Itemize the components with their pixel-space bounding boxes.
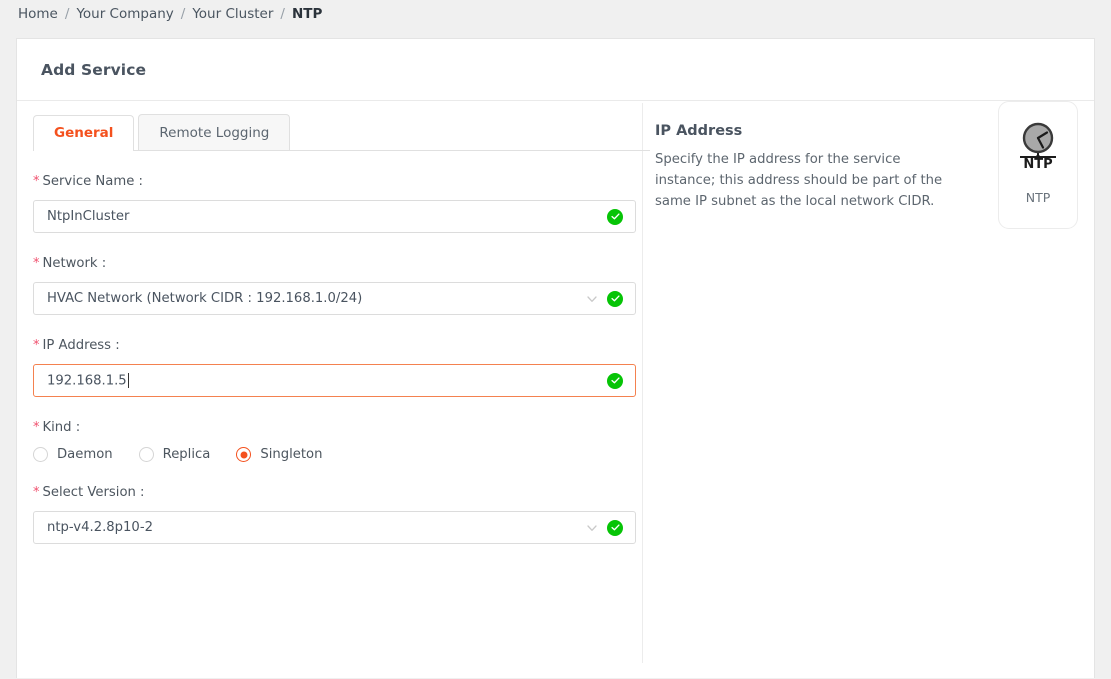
- help-block: IP Address Specify the IP address for th…: [655, 121, 955, 679]
- form-pane: General Remote Logging * Service Name : N…: [17, 101, 650, 679]
- kind-label-text: Kind :: [42, 420, 81, 435]
- page-title: Add Service: [41, 60, 147, 79]
- tab-general[interactable]: General: [33, 115, 135, 151]
- radio-kind-singleton[interactable]: Singleton: [236, 447, 322, 462]
- service-name-label: * Service Name :: [33, 174, 636, 189]
- tab-remote-logging[interactable]: Remote Logging: [138, 114, 291, 150]
- ip-address-value-wrap: 192.168.1.5: [47, 372, 607, 389]
- radio-kind-replica-label: Replica: [162, 447, 211, 462]
- ntp-clock-icon: NTP: [1010, 114, 1066, 172]
- required-marker: *: [33, 485, 40, 500]
- breadcrumb-item-your-cluster[interactable]: Your Cluster: [192, 6, 273, 22]
- card-body: General Remote Logging * Service Name : N…: [17, 101, 1094, 679]
- ip-address-label: * IP Address :: [33, 338, 636, 353]
- card-header: Add Service: [17, 39, 1094, 101]
- radio-icon: [138, 447, 154, 462]
- required-marker: *: [33, 338, 40, 353]
- select-version-value: ntp-v4.2.8p10-2: [47, 520, 153, 535]
- tab-bar: General Remote Logging: [33, 114, 650, 151]
- service-logo-label: NTP: [1025, 190, 1051, 205]
- select-version-label: * Select Version :: [33, 485, 636, 500]
- chevron-down-icon[interactable]: [585, 292, 599, 306]
- breadcrumb-item-home[interactable]: Home: [18, 6, 58, 22]
- network-value: HVAC Network (Network CIDR : 192.168.1.0…: [47, 291, 363, 306]
- ip-address-value: 192.168.1.5: [47, 373, 127, 389]
- chevron-down-icon[interactable]: [585, 521, 599, 535]
- check-circle-icon: [607, 519, 623, 536]
- breadcrumb-item-ntp: NTP: [291, 6, 323, 22]
- help-text: Specify the IP address for the service i…: [655, 152, 943, 209]
- ip-address-label-text: IP Address :: [42, 338, 120, 353]
- radio-kind-daemon[interactable]: Daemon: [33, 447, 113, 462]
- field-select-version: * Select Version : ntp-v4.2.8p10-2: [33, 485, 636, 544]
- radio-selected-icon: [236, 447, 252, 462]
- network-label: * Network :: [33, 256, 636, 271]
- ip-address-input[interactable]: 192.168.1.5: [33, 364, 636, 397]
- required-marker: *: [33, 256, 40, 271]
- field-ip-address: * IP Address : 192.168.1.5: [33, 338, 636, 397]
- service-name-label-text: Service Name :: [42, 174, 143, 189]
- text-cursor: [127, 372, 129, 388]
- check-circle-icon: [607, 208, 623, 225]
- field-network: * Network : HVAC Network (Network CIDR : …: [33, 256, 636, 315]
- help-title: IP Address: [655, 123, 743, 139]
- radio-kind-replica[interactable]: Replica: [138, 447, 211, 462]
- kind-label: * Kind :: [33, 420, 636, 435]
- radio-kind-singleton-label: Singleton: [260, 447, 323, 462]
- ntp-badge-text: NTP: [1023, 157, 1052, 170]
- service-logo-card: NTP NTP: [998, 101, 1078, 229]
- breadcrumb-separator: /: [280, 6, 285, 22]
- required-marker: *: [33, 420, 40, 435]
- service-name-value: NtpInCluster: [47, 209, 130, 224]
- kind-radio-group: Daemon Replica Singleton: [33, 447, 636, 462]
- required-marker: *: [33, 174, 40, 189]
- network-select[interactable]: HVAC Network (Network CIDR : 192.168.1.0…: [33, 282, 636, 315]
- select-version-select[interactable]: ntp-v4.2.8p10-2: [33, 511, 636, 544]
- check-circle-icon: [607, 372, 623, 389]
- field-kind: * Kind : Daemon Replica Singleton: [33, 420, 636, 462]
- tab-general-label: General: [54, 125, 114, 141]
- breadcrumb-separator: /: [180, 6, 186, 22]
- tab-remote-logging-label: Remote Logging: [159, 124, 270, 141]
- breadcrumb-item-your-company[interactable]: Your Company: [76, 6, 173, 22]
- field-service-name: * Service Name : NtpInCluster: [33, 174, 636, 233]
- check-circle-icon: [607, 290, 623, 307]
- breadcrumb: Home / Your Company / Your Cluster / NTP: [0, 0, 1111, 28]
- radio-icon: [33, 447, 48, 462]
- radio-kind-daemon-label: Daemon: [57, 447, 113, 462]
- add-service-card: Add Service General Remote Logging * Serv…: [16, 38, 1095, 678]
- breadcrumb-separator: /: [64, 6, 70, 22]
- service-name-input[interactable]: NtpInCluster: [33, 200, 636, 233]
- select-version-label-text: Select Version :: [42, 485, 145, 500]
- network-label-text: Network :: [42, 256, 107, 271]
- help-pane: IP Address Specify the IP address for th…: [643, 101, 1094, 679]
